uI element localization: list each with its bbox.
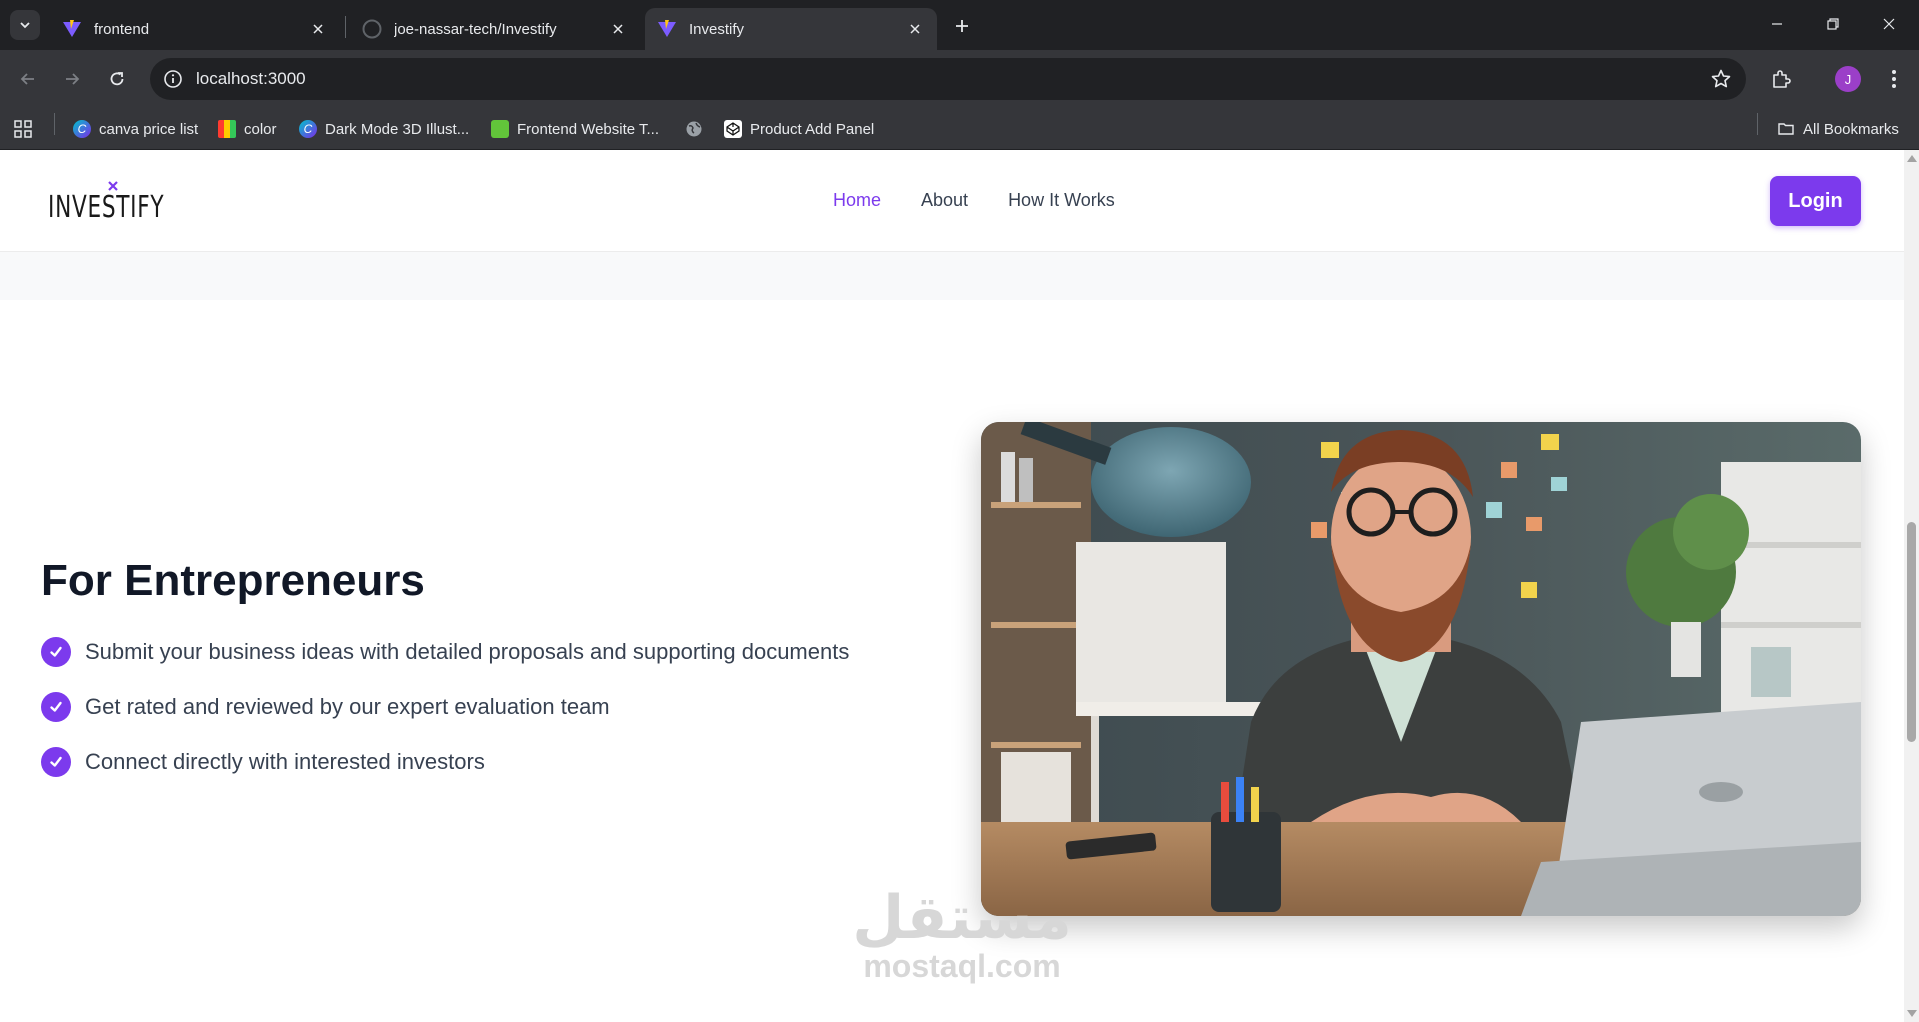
star-icon[interactable] <box>1710 68 1732 90</box>
check-circle-icon <box>41 692 71 722</box>
site-info-icon[interactable] <box>162 68 184 90</box>
close-icon <box>1883 18 1895 30</box>
check-circle-icon <box>41 747 71 777</box>
feature-text: Connect directly with interested investo… <box>85 749 485 774</box>
check-circle-icon <box>41 637 71 667</box>
bookmark-globe[interactable] <box>685 118 711 140</box>
reload-button[interactable] <box>101 63 133 95</box>
profile-avatar[interactable]: J <box>1835 66 1861 92</box>
nav-home[interactable]: Home <box>833 190 881 211</box>
login-button[interactable]: Login <box>1770 176 1861 226</box>
apps-grid-icon <box>14 120 32 138</box>
list-item: Submit your business ideas with detailed… <box>41 637 849 667</box>
new-tab-button[interactable] <box>948 12 976 40</box>
feature-text: Get rated and reviewed by our expert eva… <box>85 694 610 719</box>
minimize-icon <box>1772 23 1782 25</box>
nav-how-it-works[interactable]: How It Works <box>1008 190 1115 211</box>
minimize-button[interactable] <box>1754 6 1800 42</box>
bookmarks-separator <box>54 113 55 135</box>
tab-frontend[interactable]: frontend <box>50 8 340 50</box>
back-button[interactable] <box>12 63 44 95</box>
section-heading: For Entrepreneurs <box>41 556 425 605</box>
page-viewport: INVESTIFY Home About How It Works Login … <box>0 150 1919 1022</box>
entrepreneur-illustration <box>981 422 1861 916</box>
bookmarks-bar: C canva price list color C Dark Mode 3D … <box>0 108 1919 150</box>
frontend-bookmark-icon <box>491 120 509 138</box>
restore-button[interactable] <box>1810 6 1856 42</box>
bookmark-product-add-panel[interactable]: Product Add Panel <box>724 118 874 140</box>
logo-text: INVESTIFY <box>48 190 165 225</box>
codepen-icon <box>724 120 742 138</box>
close-tab-icon[interactable] <box>308 19 328 39</box>
reload-icon <box>110 72 124 86</box>
bookmark-canva-price-list[interactable]: C canva price list <box>73 118 198 140</box>
site-logo[interactable]: INVESTIFY <box>48 180 210 226</box>
close-tab-icon[interactable] <box>905 19 925 39</box>
tab-github-investify[interactable]: joe-nassar-tech/Investify <box>350 8 640 50</box>
browser-menu-button[interactable] <box>1880 65 1908 93</box>
scroll-up-arrow-icon[interactable] <box>1907 155 1917 162</box>
close-tab-icon[interactable] <box>608 19 628 39</box>
list-item: Connect directly with interested investo… <box>41 747 849 777</box>
vite-icon <box>63 20 81 37</box>
address-bar[interactable]: localhost:3000 <box>150 58 1746 100</box>
hero-band <box>0 252 1904 300</box>
bookmarks-separator <box>1757 113 1758 135</box>
url-text[interactable]: localhost:3000 <box>196 69 306 89</box>
watermark: مستقل mostaql.com <box>842 884 1082 985</box>
globe-icon <box>686 121 702 137</box>
chevron-down-icon <box>20 22 30 29</box>
nav-about[interactable]: About <box>921 190 968 211</box>
browser-tab-strip: frontend joe-nassar-tech/Investify Inves… <box>0 0 1919 50</box>
color-grid-icon <box>218 120 236 138</box>
bookmark-color[interactable]: color <box>218 118 277 140</box>
apps-button[interactable] <box>13 118 33 140</box>
feature-list: Submit your business ideas with detailed… <box>41 637 849 802</box>
arrow-left-icon <box>20 73 34 85</box>
canva-icon: C <box>299 120 317 138</box>
watermark-arabic: مستقل <box>852 884 1072 951</box>
tab-search-button[interactable] <box>10 10 40 40</box>
entrepreneur-photo <box>981 422 1861 916</box>
canva-icon: C <box>73 120 91 138</box>
restore-icon <box>1827 18 1839 30</box>
tab-investify[interactable]: Investify <box>645 8 937 50</box>
watermark-latin: mostaql.com <box>863 948 1061 984</box>
scrollbar-thumb[interactable] <box>1907 522 1916 742</box>
puzzle-icon <box>1773 70 1791 88</box>
site-header: INVESTIFY Home About How It Works Login <box>0 150 1904 252</box>
list-item: Get rated and reviewed by our expert eva… <box>41 692 849 722</box>
arrow-right-icon <box>66 73 80 85</box>
close-window-button[interactable] <box>1866 6 1912 42</box>
all-bookmarks-button[interactable]: All Bookmarks <box>1777 118 1899 140</box>
main-nav: Home About How It Works <box>833 190 1115 211</box>
extensions-button[interactable] <box>1767 65 1795 93</box>
page-scrollbar[interactable] <box>1904 150 1919 1022</box>
bookmark-dark-mode-3d[interactable]: C Dark Mode 3D Illust... <box>299 118 469 140</box>
vite-icon <box>658 20 676 37</box>
bookmark-frontend-website[interactable]: Frontend Website T... <box>491 118 659 140</box>
folder-icon <box>1778 123 1794 135</box>
more-vertical-icon <box>1892 70 1896 88</box>
tab-separator <box>345 16 346 38</box>
browser-toolbar: localhost:3000 <box>0 50 1919 108</box>
scroll-down-arrow-icon[interactable] <box>1907 1010 1917 1017</box>
plus-icon <box>956 20 968 32</box>
forward-button[interactable] <box>56 63 88 95</box>
feature-text: Submit your business ideas with detailed… <box>85 639 850 664</box>
github-icon <box>362 19 382 39</box>
